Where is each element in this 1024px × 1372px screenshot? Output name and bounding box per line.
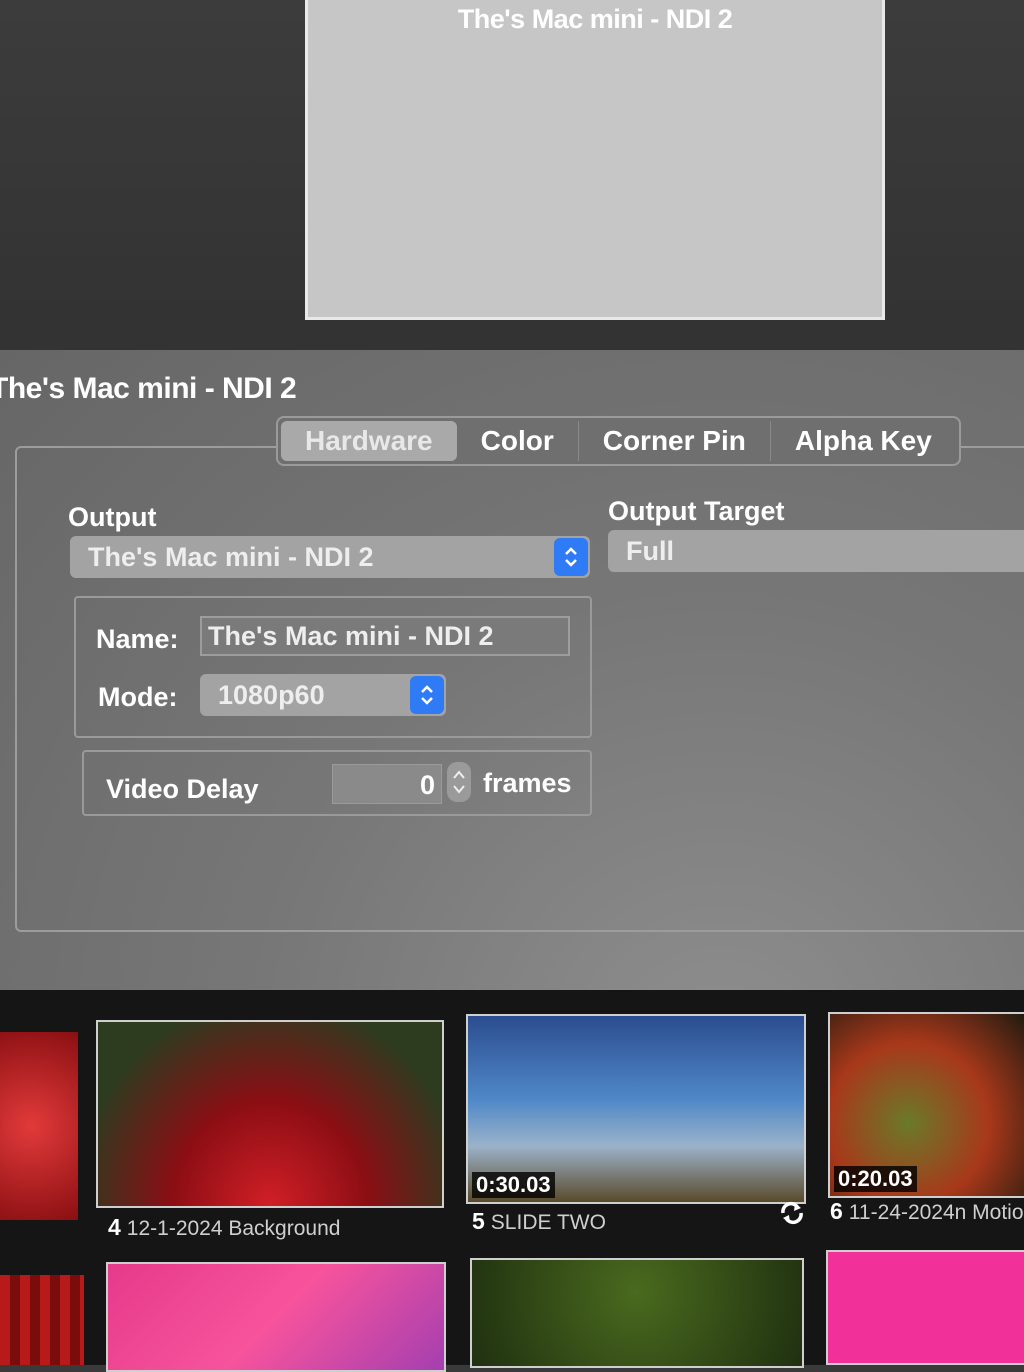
updown-chevron-icon bbox=[554, 538, 588, 576]
cue-thumbnail-partial[interactable] bbox=[0, 1032, 78, 1220]
output-target-value: Full bbox=[626, 536, 674, 566]
cue-thumbnail-6[interactable]: 0:20.03 bbox=[828, 1012, 1024, 1198]
cue-number: 4 bbox=[108, 1214, 121, 1240]
cue-duration: 0:20.03 bbox=[834, 1166, 917, 1192]
cue-name: 12-1-2024 Background bbox=[126, 1217, 341, 1240]
name-label: Name: bbox=[96, 624, 179, 654]
mode-select[interactable]: 1080p60 bbox=[200, 674, 446, 716]
output-label: Output bbox=[68, 502, 157, 532]
mode-value: 1080p60 bbox=[218, 680, 325, 710]
panel-title: The's Mac mini - NDI 2 bbox=[0, 372, 297, 405]
output-select[interactable]: The's Mac mini - NDI 2 bbox=[70, 536, 590, 578]
updown-chevron-icon bbox=[410, 676, 444, 714]
cue-name: 11-24-2024n Motio bbox=[848, 1201, 1024, 1224]
cue-label-4[interactable]: 4 12-1-2024 Background bbox=[108, 1214, 340, 1241]
preview-area: The's Mac mini - NDI 2 bbox=[0, 0, 1024, 350]
tab-hardware[interactable]: Hardware bbox=[281, 421, 457, 461]
output-preview[interactable]: The's Mac mini - NDI 2 bbox=[305, 0, 885, 320]
cue-label-6[interactable]: 6 11-24-2024n Motio bbox=[830, 1198, 1024, 1225]
cue-number: 5 bbox=[472, 1208, 485, 1234]
frames-unit-label: frames bbox=[483, 768, 572, 798]
video-delay-stepper[interactable] bbox=[447, 762, 471, 802]
tab-corner-pin[interactable]: Corner Pin bbox=[579, 421, 771, 461]
cue-thumbnail-partial-2[interactable] bbox=[0, 1275, 84, 1365]
output-target-select[interactable]: Full bbox=[608, 530, 1024, 572]
tab-alpha-key[interactable]: Alpha Key bbox=[771, 421, 956, 461]
cue-thumbnail-4[interactable] bbox=[96, 1020, 444, 1208]
tab-bar: Hardware Color Corner Pin Alpha Key bbox=[276, 416, 961, 466]
cue-thumbnail-row2-3[interactable] bbox=[826, 1250, 1024, 1365]
name-field[interactable]: The's Mac mini - NDI 2 bbox=[200, 616, 570, 656]
cue-duration: 0:30.03 bbox=[472, 1172, 555, 1198]
cue-label-5[interactable]: 5 SLIDE TWO bbox=[472, 1208, 606, 1235]
cue-number: 6 bbox=[830, 1198, 843, 1224]
cue-thumbnail-5[interactable]: 0:30.03 bbox=[466, 1014, 806, 1204]
tab-color[interactable]: Color bbox=[457, 421, 579, 461]
mode-label: Mode: bbox=[98, 682, 178, 712]
video-delay-field[interactable]: 0 bbox=[332, 764, 442, 804]
cue-thumbnail-row2-1[interactable] bbox=[106, 1262, 446, 1372]
loop-icon bbox=[778, 1200, 806, 1231]
cue-thumbnail-row2-2[interactable] bbox=[470, 1258, 804, 1368]
video-delay-label: Video Delay bbox=[106, 774, 259, 804]
preview-title: The's Mac mini - NDI 2 bbox=[457, 4, 733, 34]
output-select-value: The's Mac mini - NDI 2 bbox=[88, 542, 374, 572]
cue-name: SLIDE TWO bbox=[490, 1211, 606, 1234]
output-target-label: Output Target bbox=[608, 496, 785, 526]
